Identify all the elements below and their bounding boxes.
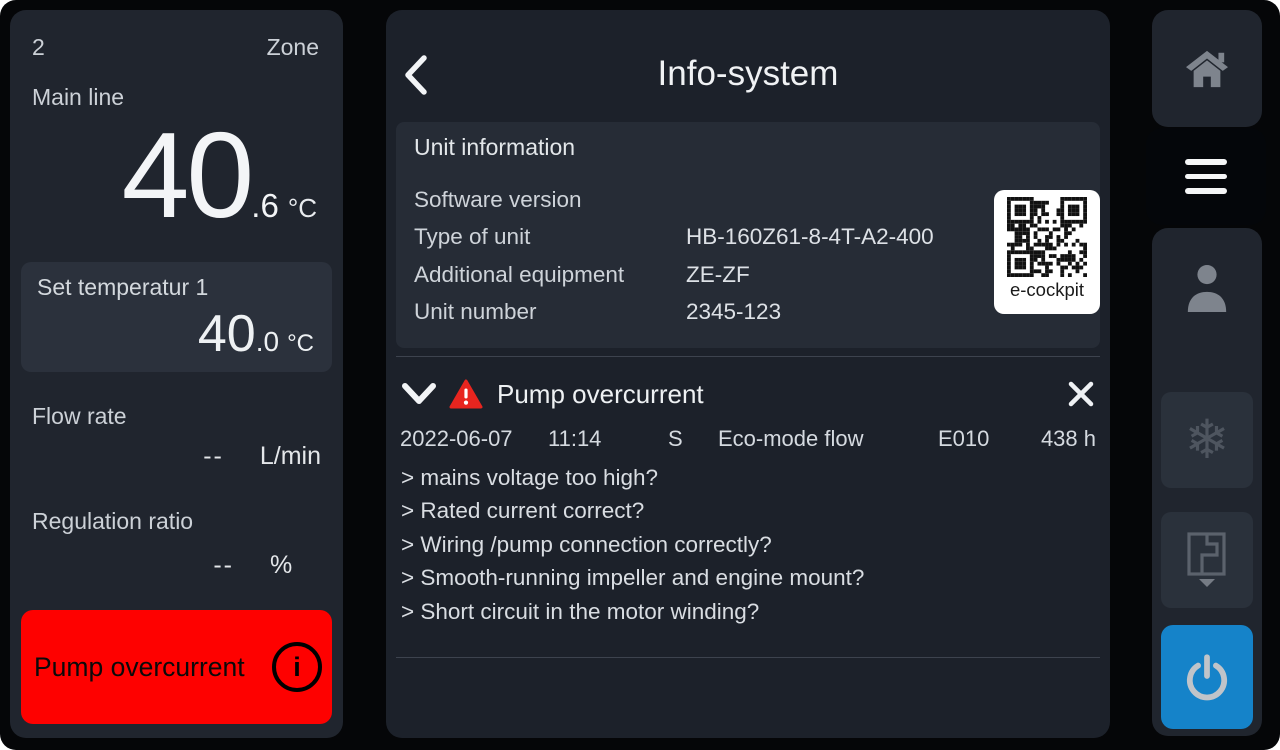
- unit-info-row: Unit number 2345-123: [414, 294, 1082, 332]
- alarm-banner[interactable]: Pump overcurrent i: [21, 610, 332, 724]
- flow-rate-value: --: [32, 442, 224, 471]
- main-line-temperature: 40 .6 °C: [122, 114, 317, 236]
- set-temp-integer: 40: [198, 308, 256, 360]
- sidebar-item-menu[interactable]: [1146, 128, 1266, 225]
- main-temp-unit: °C: [288, 193, 317, 224]
- app-frame: 2 Zone Main line 40 .6 °C Set temperatur…: [0, 0, 1280, 750]
- row-value: ZE-ZF: [686, 262, 750, 288]
- menu-icon: [1185, 159, 1227, 165]
- checklist-item: > Wiring /pump connection correctly?: [401, 528, 864, 561]
- alarm-meta-row: 2022-06-07 11:14 S Eco-mode flow E010 43…: [400, 426, 1096, 452]
- row-label: Software version: [414, 187, 686, 213]
- unit-info-row: Additional equipment ZE-ZF: [414, 256, 1082, 294]
- checklist-item: > Rated current correct?: [401, 494, 864, 527]
- alarm-date: 2022-06-07: [400, 426, 548, 452]
- warning-icon: [449, 379, 483, 409]
- regulation-ratio-value: --: [32, 551, 234, 580]
- separator: [396, 657, 1100, 658]
- set-temp-unit: °C: [287, 330, 314, 358]
- power-button[interactable]: [1161, 625, 1253, 729]
- collapse-button[interactable]: [401, 380, 437, 408]
- sidebar-item-user[interactable]: [1152, 258, 1262, 318]
- unit-information-card: Unit information Software version Type o…: [396, 122, 1100, 348]
- row-value: 2345-123: [686, 299, 781, 325]
- zone-label: Zone: [267, 34, 319, 61]
- mold-icon: [1185, 531, 1229, 589]
- alarm-checklist: > mains voltage too high? > Rated curren…: [401, 461, 864, 628]
- sidebar-item-mold[interactable]: [1161, 512, 1253, 608]
- qr-code-label: e-cockpit: [994, 279, 1100, 301]
- page-title: Info-system: [386, 54, 1110, 94]
- regulation-ratio-row: -- %: [32, 551, 321, 580]
- checklist-item: > Short circuit in the motor winding?: [401, 595, 864, 628]
- main-line-label: Main line: [32, 84, 124, 111]
- zone-header: 2 Zone: [32, 34, 319, 61]
- main-temp-fraction: .6: [251, 187, 279, 225]
- sidebar-item-cooling[interactable]: ❄: [1161, 392, 1253, 488]
- main-temp-integer: 40: [122, 114, 252, 236]
- alarm-detail-header: Pump overcurrent: [401, 372, 1095, 416]
- regulation-ratio-unit: %: [270, 551, 292, 580]
- info-system-panel: Info-system Unit information Software ve…: [386, 10, 1110, 738]
- separator: [396, 356, 1100, 357]
- zone-number: 2: [32, 34, 45, 61]
- power-icon: [1182, 652, 1232, 702]
- flow-rate-label: Flow rate: [32, 403, 127, 430]
- unit-info-row: Software version: [414, 181, 1082, 219]
- user-icon: [1184, 261, 1230, 315]
- home-icon: [1184, 48, 1230, 90]
- alarm-banner-label: Pump overcurrent: [34, 652, 245, 683]
- set-temperature-label: Set temperatur 1: [37, 274, 316, 301]
- zone-panel: 2 Zone Main line 40 .6 °C Set temperatur…: [10, 10, 343, 738]
- checklist-item: > mains voltage too high?: [401, 461, 864, 494]
- sidebar-item-home[interactable]: [1152, 10, 1262, 127]
- unit-information-heading: Unit information: [414, 134, 1082, 161]
- flow-rate-unit: L/min: [260, 442, 321, 471]
- regulation-ratio-label: Regulation ratio: [32, 508, 193, 535]
- unit-information-rows: Software version Type of unit HB-160Z61-…: [414, 181, 1082, 331]
- chevron-down-icon: [1199, 579, 1215, 587]
- close-icon: [1067, 380, 1095, 408]
- chevron-down-icon: [401, 380, 437, 408]
- alarm-operating-hours: 438 h: [1028, 426, 1096, 452]
- alarm-class: S: [668, 426, 718, 452]
- alarm-error-code: E010: [938, 426, 1028, 452]
- unit-info-row: Type of unit HB-160Z61-8-4T-A2-400: [414, 219, 1082, 257]
- qr-code-badge: e-cockpit: [994, 190, 1100, 314]
- alarm-mode: Eco-mode flow: [718, 426, 938, 452]
- snowflake-icon: ❄: [1184, 413, 1229, 467]
- flow-rate-row: -- L/min: [32, 442, 321, 471]
- row-value: HB-160Z61-8-4T-A2-400: [686, 224, 934, 250]
- set-temperature-value: 40 .0 °C: [198, 308, 314, 360]
- set-temp-fraction: .0: [256, 326, 279, 358]
- sidebar-section: ❄: [1152, 228, 1262, 736]
- set-temperature-card[interactable]: Set temperatur 1 40 .0 °C: [21, 262, 332, 372]
- checklist-item: > Smooth-running impeller and engine mou…: [401, 561, 864, 594]
- alarm-detail-title: Pump overcurrent: [497, 379, 704, 410]
- row-label: Additional equipment: [414, 262, 686, 288]
- row-label: Type of unit: [414, 224, 686, 250]
- close-button[interactable]: [1067, 380, 1095, 408]
- info-icon[interactable]: i: [272, 642, 322, 692]
- row-label: Unit number: [414, 299, 686, 325]
- alarm-time: 11:14: [548, 426, 668, 452]
- qr-code-icon: [1007, 197, 1087, 277]
